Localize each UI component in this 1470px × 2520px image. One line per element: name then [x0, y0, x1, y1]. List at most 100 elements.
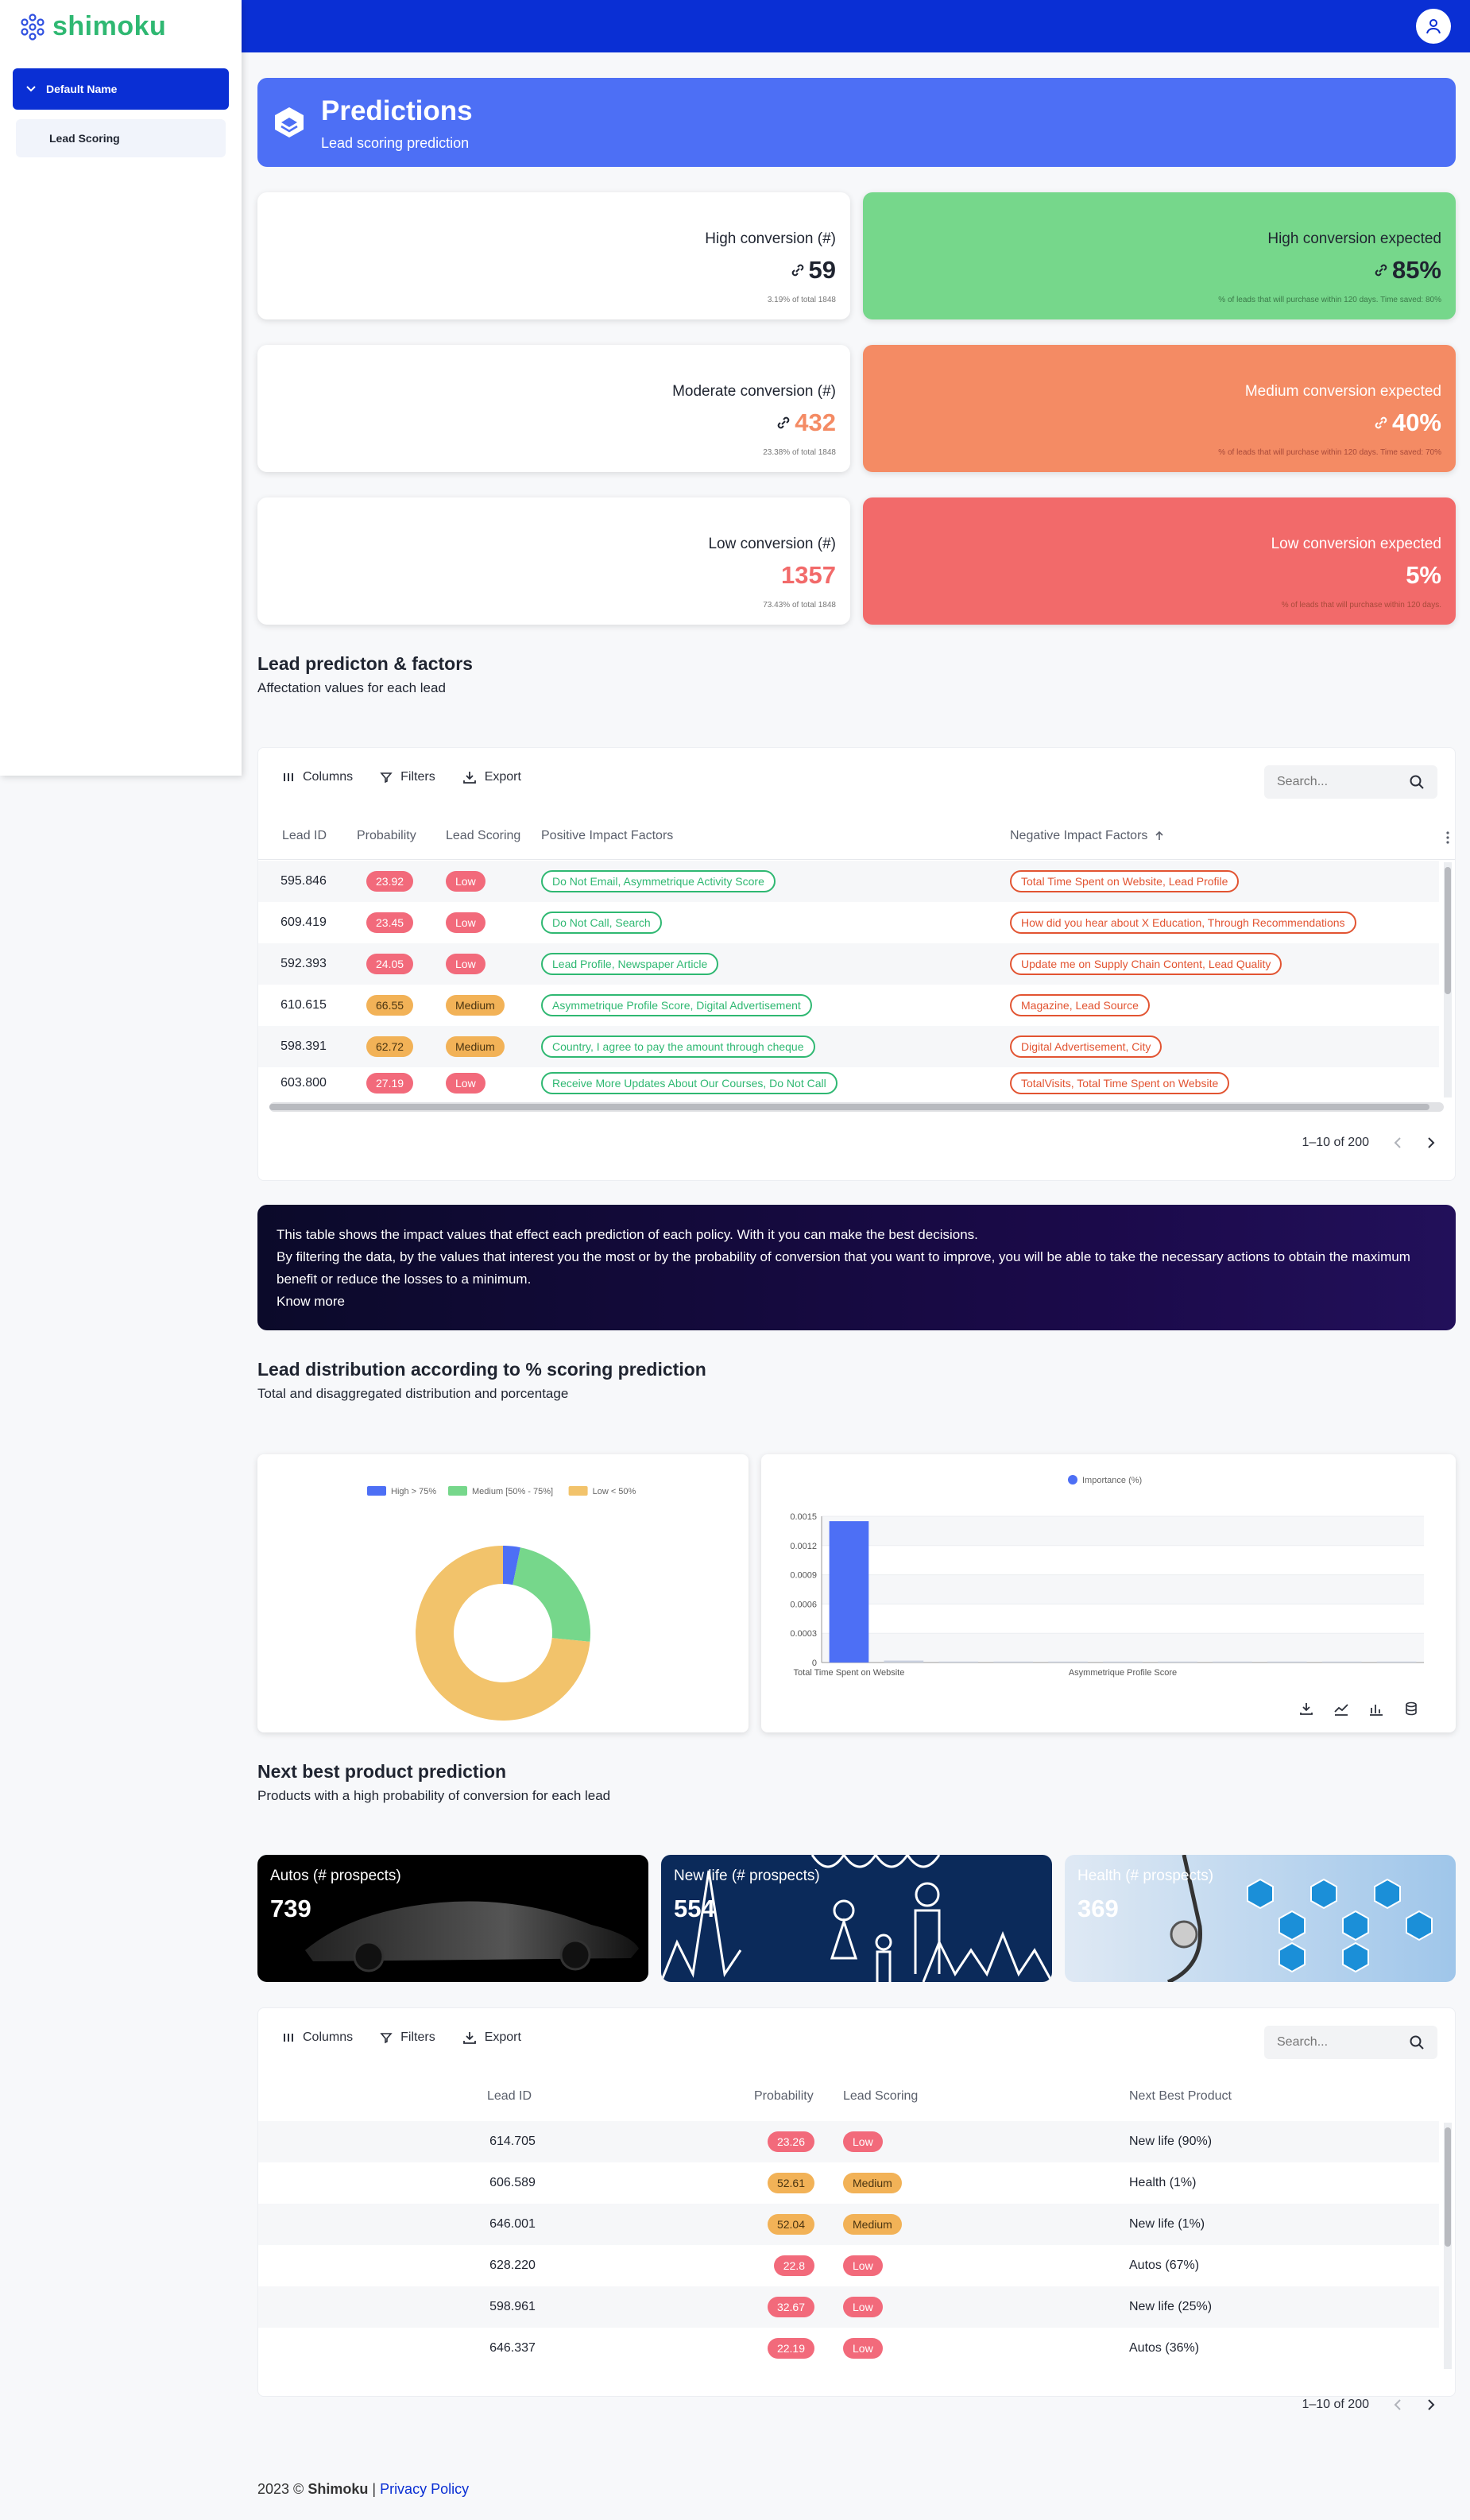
table-toolbar: Columns Filters Export — [282, 2030, 521, 2045]
scoring-badge: Low — [843, 2338, 883, 2359]
chevron-right-icon[interactable] — [1426, 1136, 1436, 1149]
chevron-left-icon[interactable] — [1393, 2398, 1402, 2411]
cell-probability: 32.67 — [640, 2286, 814, 2328]
search-input[interactable] — [1277, 775, 1396, 789]
column-header-lead-scoring[interactable]: Lead Scoring — [446, 829, 520, 843]
table-row[interactable]: 628.220 22.8 Low Autos (67%) — [258, 2245, 1439, 2286]
cell-lead-scoring: Medium — [446, 985, 505, 1026]
link-icon — [1375, 264, 1387, 277]
positive-factor-tag: Do Not Call, Search — [541, 912, 662, 934]
sidebar-group-default-name[interactable]: Default Name — [13, 68, 229, 110]
cell-probability: 22.8 — [640, 2245, 814, 2286]
product-card-new-life[interactable]: New life (# prospects) 554 — [661, 1855, 1052, 1982]
probability-badge: 66.55 — [366, 995, 414, 1016]
search-icon[interactable] — [1409, 2034, 1425, 2050]
table-row[interactable]: 646.337 22.19 Low Autos (36%) — [258, 2328, 1439, 2369]
table-row[interactable]: 614.705 23.26 Low New life (90%) — [258, 2121, 1439, 2162]
cell-lead-id: 614.705 — [489, 2135, 536, 2148]
logo[interactable]: shimoku — [19, 11, 166, 42]
product-card-autos[interactable]: Autos (# prospects) 739 — [257, 1855, 648, 1982]
filters-button[interactable]: Filters — [380, 2030, 435, 2045]
chevron-left-icon[interactable] — [1393, 1136, 1402, 1149]
legend-label[interactable]: High > 75% — [391, 1487, 436, 1496]
indicator-title: Low conversion (#) — [708, 536, 836, 552]
scoring-badge: Low — [843, 2297, 883, 2317]
search-input[interactable] — [1277, 2035, 1396, 2050]
sort-ascending-icon[interactable] — [1154, 830, 1165, 842]
user-account-button[interactable] — [1416, 9, 1451, 44]
column-header-lead-id[interactable]: Lead ID — [282, 829, 327, 843]
table-row[interactable]: 598.391 62.72 Medium Country, I agree to… — [258, 1026, 1439, 1067]
legend-label[interactable]: Importance (%) — [1082, 1476, 1142, 1485]
product-value: 739 — [270, 1895, 311, 1922]
donut-slice[interactable] — [513, 1547, 590, 1642]
export-button[interactable]: Export — [462, 770, 521, 784]
horizontal-scrollbar[interactable] — [269, 1102, 1444, 1112]
cell-positive-factors: Country, I agree to pay the amount throu… — [541, 1026, 815, 1067]
line-chart-icon[interactable] — [1333, 1701, 1349, 1717]
bar[interactable] — [1376, 1661, 1417, 1663]
know-more-link[interactable]: Know more — [277, 1291, 1437, 1313]
table-row[interactable]: 598.961 32.67 Low New life (25%) — [258, 2286, 1439, 2328]
indicator-value: 59 — [790, 256, 836, 285]
cell-probability: 27.19 — [366, 1067, 414, 1099]
table-row[interactable]: 606.589 52.61 Medium Health (1%) — [258, 2162, 1439, 2204]
column-header-probability[interactable]: Probability — [357, 829, 416, 843]
vertical-scrollbar-thumb[interactable] — [1445, 2127, 1451, 2247]
bar[interactable] — [938, 1661, 979, 1663]
columns-button[interactable]: Columns — [282, 2030, 353, 2045]
table-row[interactable]: 646.001 52.04 Medium New life (1%) — [258, 2204, 1439, 2245]
bar[interactable] — [829, 1521, 869, 1663]
bar[interactable] — [1103, 1661, 1143, 1663]
columns-button[interactable]: Columns — [282, 770, 353, 784]
column-header-positive-factors[interactable]: Positive Impact Factors — [541, 829, 673, 843]
footer-copyright: 2023 © — [257, 2481, 304, 2497]
filters-button[interactable]: Filters — [380, 770, 435, 784]
y-tick-label: 0 — [812, 1659, 817, 1668]
bar[interactable] — [1321, 1661, 1362, 1663]
column-header-lead-scoring[interactable]: Lead Scoring — [843, 2089, 918, 2104]
table-row[interactable]: 595.846 23.92 Low Do Not Email, Asymmetr… — [258, 861, 1439, 902]
legend-label[interactable]: Low < 50% — [593, 1487, 636, 1496]
vertical-scrollbar[interactable] — [1444, 2123, 1452, 2369]
column-header-negative-factors[interactable]: Negative Impact Factors — [1010, 829, 1165, 843]
bar[interactable] — [1048, 1661, 1088, 1663]
positive-factor-tag: Receive More Updates About Our Courses, … — [541, 1072, 838, 1094]
horizontal-scrollbar-thumb[interactable] — [269, 1104, 1429, 1110]
legend-swatch[interactable] — [448, 1486, 467, 1496]
probability-badge: 24.05 — [366, 954, 414, 974]
legend-swatch[interactable] — [568, 1486, 588, 1496]
layers-icon — [275, 107, 304, 137]
column-header-lead-id[interactable]: Lead ID — [487, 2089, 532, 2104]
chevron-right-icon[interactable] — [1426, 2398, 1436, 2411]
privacy-policy-link[interactable]: Privacy Policy — [380, 2481, 469, 2497]
column-header-next-best-product[interactable]: Next Best Product — [1129, 2089, 1232, 2104]
database-icon[interactable] — [1403, 1701, 1419, 1717]
table-row[interactable]: 610.615 66.55 Medium Asymmetrique Profil… — [258, 985, 1439, 1026]
product-card-health[interactable]: Health (# prospects) 369 — [1065, 1855, 1456, 1982]
cell-probability: 52.04 — [640, 2204, 814, 2245]
legend-swatch[interactable] — [367, 1486, 386, 1496]
table-row[interactable]: 609.419 23.45 Low Do Not Call, Search Ho… — [258, 902, 1439, 943]
bar[interactable] — [884, 1660, 924, 1663]
y-tick-label: 0.0003 — [790, 1629, 817, 1639]
download-icon[interactable] — [1298, 1701, 1314, 1717]
table-row[interactable]: 592.393 24.05 Low Lead Profile, Newspape… — [258, 943, 1439, 985]
bar[interactable] — [1213, 1661, 1252, 1663]
bar-chart-icon[interactable] — [1368, 1701, 1384, 1717]
legend-swatch[interactable] — [1068, 1475, 1077, 1485]
column-menu-icon[interactable] — [1445, 830, 1450, 845]
bar[interactable] — [993, 1661, 1033, 1663]
vertical-scrollbar[interactable] — [1444, 862, 1452, 1097]
column-header-probability[interactable]: Probability — [754, 2089, 814, 2104]
bar[interactable] — [1267, 1661, 1307, 1663]
legend-label[interactable]: Medium [50% - 75%] — [472, 1487, 553, 1496]
sidebar-item-lead-scoring[interactable]: Lead Scoring — [16, 119, 226, 157]
vertical-scrollbar-thumb[interactable] — [1445, 867, 1451, 994]
cell-negative-factors: Magazine, Lead Source — [1010, 985, 1150, 1026]
search-icon[interactable] — [1409, 774, 1425, 790]
scoring-badge: Low — [446, 912, 485, 933]
bar[interactable] — [1158, 1661, 1197, 1663]
table-row[interactable]: 603.800 27.19 Low Receive More Updates A… — [258, 1067, 1439, 1099]
export-button[interactable]: Export — [462, 2030, 521, 2045]
